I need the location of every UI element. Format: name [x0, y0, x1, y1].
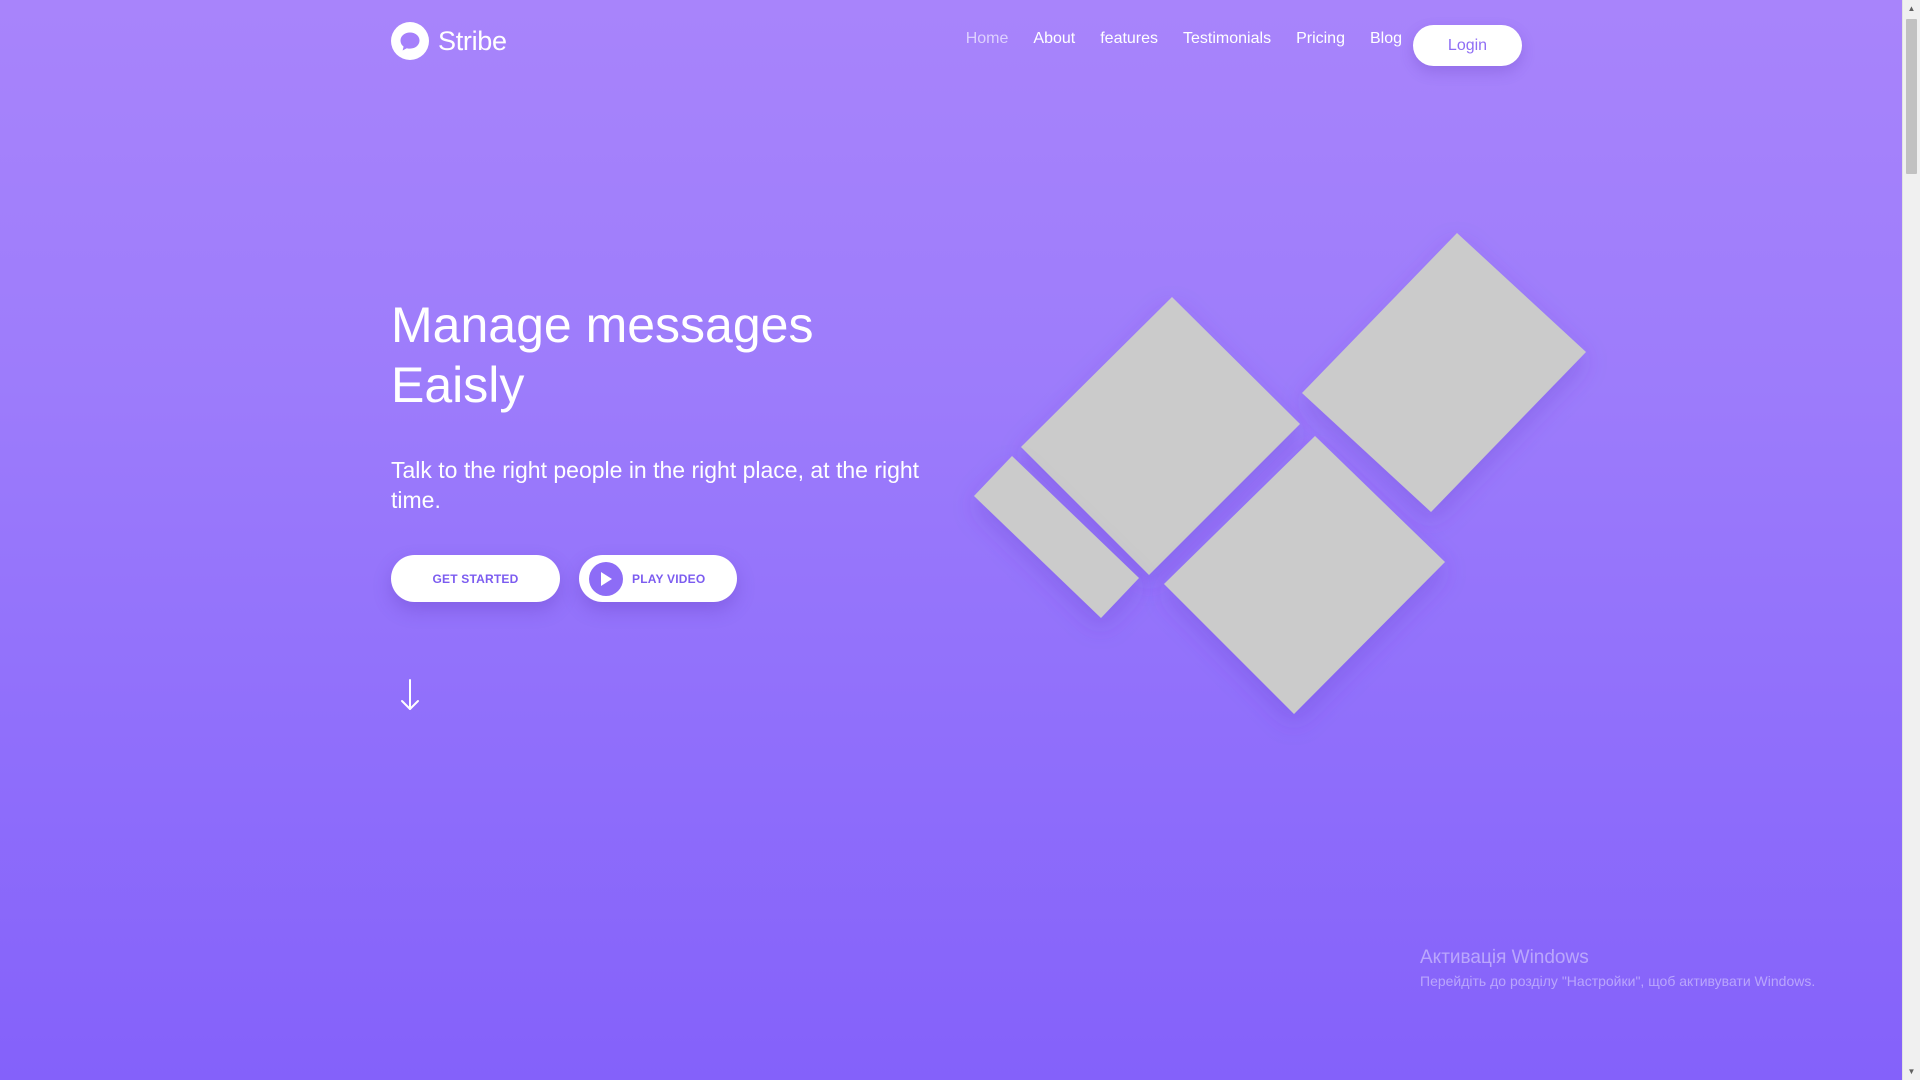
play-icon — [589, 561, 623, 596]
scroll-down-icon[interactable]: ▼ — [1903, 1063, 1920, 1080]
nav-features[interactable]: features — [1100, 30, 1158, 48]
arrow-down-icon[interactable] — [398, 678, 422, 712]
brand-name: Stribe — [438, 25, 507, 56]
chat-bubble-icon — [391, 22, 429, 60]
hero-illustration — [960, 220, 1600, 740]
scrollbar-thumb[interactable] — [1906, 19, 1917, 174]
diamond-shapes — [974, 233, 1586, 714]
vertical-scrollbar[interactable]: ▲ ▼ — [1902, 0, 1920, 1080]
watermark-title: Активація Windows — [1420, 947, 1589, 968]
main-nav: Home About features Testimonials Pricing… — [941, 30, 1402, 48]
login-button[interactable]: Login — [1413, 25, 1522, 66]
brand-logo[interactable]: Stribe — [390, 21, 507, 61]
nav-pricing[interactable]: Pricing — [1296, 30, 1345, 48]
scroll-up-icon[interactable]: ▲ — [1903, 0, 1920, 17]
hero-title-line-2: Eaisly — [391, 357, 525, 413]
site-header: Stribe Home About features Testimonials … — [0, 0, 1900, 90]
nav-testimonials[interactable]: Testimonials — [1183, 30, 1271, 48]
hero-subtitle: Talk to the right people in the right pl… — [391, 457, 920, 513]
play-video-label: PLAY VIDEO — [632, 571, 706, 586]
windows-activation-watermark: Активація Windows Перейдіть до розділу "… — [1420, 945, 1815, 991]
get-started-button[interactable]: GET STARTED — [391, 555, 560, 602]
play-video-button[interactable]: PLAY VIDEO — [579, 555, 737, 602]
hero-title-line-1: Manage messages — [391, 297, 814, 353]
nav-about[interactable]: About — [1033, 30, 1075, 48]
nav-blog[interactable]: Blog — [1370, 30, 1402, 48]
hero-title: Manage messages Eaisly — [391, 295, 911, 415]
nav-home[interactable]: Home — [966, 30, 1009, 48]
watermark-subtitle: Перейдіть до розділу "Настройки", щоб ак… — [1420, 973, 1816, 989]
